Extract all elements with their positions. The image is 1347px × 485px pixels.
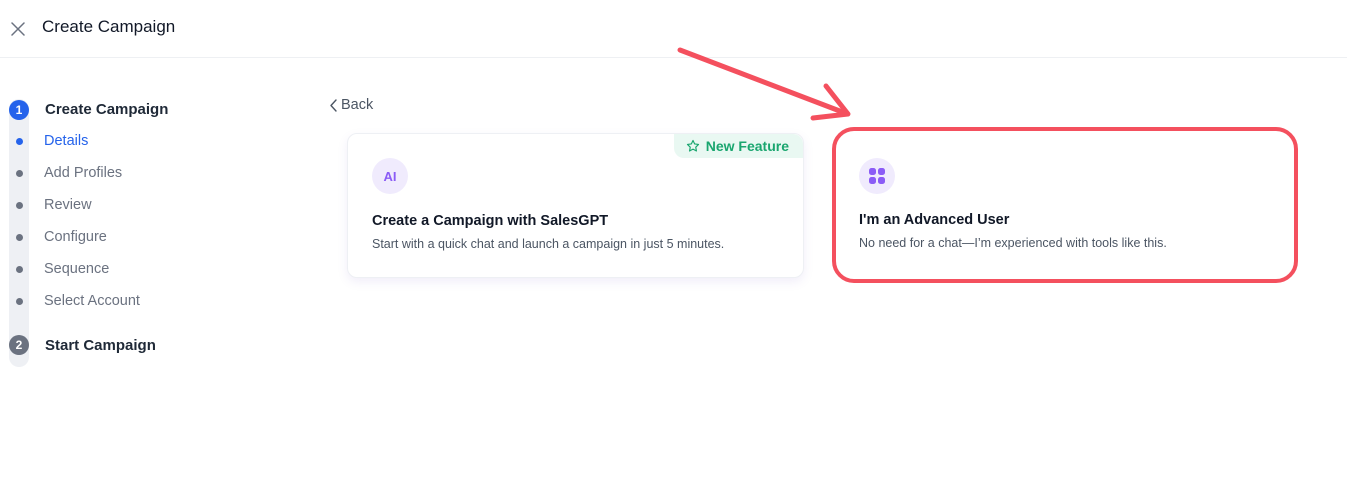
campaign-stepper: 1 Create Campaign Details Add Profiles R… [0,95,260,375]
substep-select-account[interactable]: Select Account [44,293,140,309]
advanced-card-title: I'm an Advanced User [859,212,1010,228]
advanced-card-description: No need for a chat—I’m experienced with … [859,236,1167,250]
substep-sequence[interactable]: Sequence [44,261,109,277]
star-icon [686,139,699,152]
step-title-start-campaign: Start Campaign [45,337,156,354]
chevron-left-icon [330,98,337,112]
page-title: Create Campaign [42,17,176,36]
page-header: Create Campaign [0,0,1347,58]
substep-dot-sequence [16,266,23,273]
substep-details[interactable]: Details [44,133,88,149]
grid-icon [859,158,895,194]
substep-add-profiles[interactable]: Add Profiles [44,165,122,181]
badge-label: New Feature [705,138,789,154]
salesgpt-card-title: Create a Campaign with SalesGPT [372,213,609,229]
substep-dot-details [16,138,23,145]
back-label: Back [341,97,374,113]
substep-dot-review [16,202,23,209]
step-title-create-campaign: Create Campaign [45,101,169,118]
substep-dot-configure [16,234,23,241]
advanced-user-option-card[interactable]: I'm an Advanced User No need for a chat—… [834,133,1294,278]
step-number-1: 1 [9,100,29,120]
close-icon [11,22,25,36]
substep-dot-select-account [16,298,23,305]
salesgpt-option-card[interactable]: New Feature AI Create a Campaign with Sa… [347,133,804,278]
substep-dot-add-profiles [16,170,23,177]
close-button[interactable] [8,19,28,39]
step-number-2: 2 [9,335,29,355]
ai-icon: AI [372,158,408,194]
substep-configure[interactable]: Configure [44,229,107,245]
new-feature-badge: New Feature [673,134,803,158]
salesgpt-card-description: Start with a quick chat and launch a cam… [372,237,725,251]
substep-review[interactable]: Review [44,197,92,213]
ai-icon-text: AI [383,168,397,184]
back-link[interactable]: Back [329,97,373,113]
